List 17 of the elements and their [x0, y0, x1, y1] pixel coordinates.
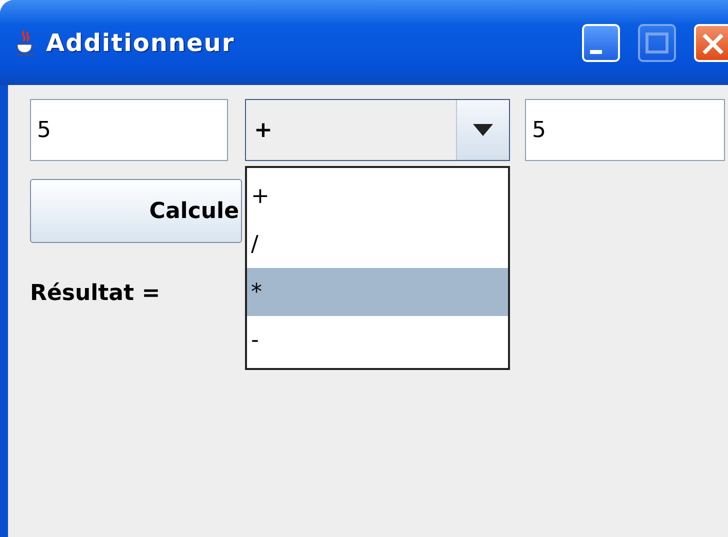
calculate-button[interactable]: Calcule	[30, 179, 242, 243]
maximize-icon	[645, 32, 669, 54]
minimize-icon	[589, 48, 603, 54]
caret-icon	[473, 124, 493, 136]
close-button[interactable]	[694, 24, 728, 62]
operator-option[interactable]: -	[247, 316, 508, 364]
minimize-button[interactable]	[582, 24, 620, 62]
operator-dropdown[interactable]: +	[245, 99, 510, 161]
window-title: Additionneur	[46, 28, 236, 56]
operator-option[interactable]: /	[247, 220, 508, 268]
first-number-field[interactable]: 5	[30, 99, 228, 161]
second-number-field[interactable]: 5	[525, 99, 725, 161]
java-cup-icon	[14, 28, 36, 56]
operator-option[interactable]: +	[247, 172, 508, 220]
result-label: Résultat =	[30, 281, 160, 306]
operator-option[interactable]: *	[247, 268, 508, 316]
close-icon	[701, 32, 725, 54]
